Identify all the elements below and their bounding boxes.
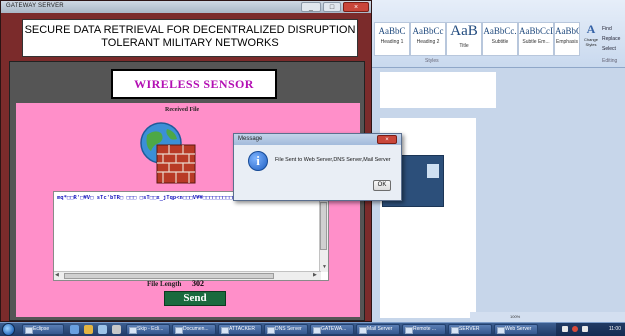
taskbar-item-skip[interactable]: Skip - Ecli... [126,324,170,335]
word-window: AaBbC Heading 1 AaBbCc Heading 2 AaB Tit… [370,0,625,322]
style-sample: AaBbCcDt [555,26,579,36]
style-sample: AaBbC [378,26,406,36]
horizontal-scroll-thumb[interactable] [64,273,274,279]
style-sample: AaBbCc. [483,26,517,36]
dialog-titlebar[interactable]: Message × [234,134,401,145]
taskbar: Eclipse Skip - Ecli... Documen... ATTACK… [0,322,625,336]
style-heading-1[interactable]: AaBbC Heading 1 [374,22,410,56]
change-styles-label: Change Styles [583,37,598,47]
banner-line-2: TOLERANT MILITARY NETWORKS [101,37,279,49]
folder-icon[interactable] [84,325,93,334]
clock[interactable]: 11:00 [609,326,621,332]
taskbar-item-dns-server[interactable]: DNS Server [264,324,308,335]
security-icon[interactable] [572,326,578,332]
section-title: WIRELESS SENSOR [111,69,277,99]
style-name: Title [459,43,469,49]
dialog-message: File Sent to Web Server,DNS Server,Mail … [275,157,391,163]
info-icon: i [248,151,268,171]
scroll-left-icon[interactable]: ◀ [55,272,59,279]
find-button[interactable]: Find [602,26,612,32]
received-file-textarea[interactable]: mq*□□R'□¥V□ sTc'bTR□ □□□ □sT□□x_jTqp<n□□… [53,191,329,281]
scroll-right-icon[interactable]: ▶ [313,272,317,279]
network-icon[interactable] [562,326,568,332]
close-button[interactable]: × [343,2,369,12]
style-name: Subtle Em... [522,39,550,45]
style-title[interactable]: AaB Title [446,22,482,56]
message-dialog: Message × i File Sent to Web Server,DNS … [233,133,402,201]
ie-icon[interactable] [70,325,79,334]
taskbar-item-gateway[interactable]: GATEWA... [310,324,354,335]
style-heading-2[interactable]: AaBbCc Heading 2 [410,22,446,56]
banner-line-1: SECURE DATA RETRIEVAL FOR DECENTRALIZED … [24,24,356,36]
received-file-label: Received File [165,107,200,113]
dialog-title: Message [238,136,263,142]
start-button[interactable] [2,323,15,336]
minimize-button[interactable]: _ [301,2,321,12]
file-length-label: File Length [147,280,182,288]
send-button[interactable]: Send [164,291,226,306]
styles-group-label: Styles [425,58,439,64]
project-title-banner: SECURE DATA RETRIEVAL FOR DECENTRALIZED … [22,19,358,57]
zoom-level: 100% [510,314,521,319]
vertical-scroll-thumb[interactable] [320,202,327,250]
document-page[interactable] [380,72,496,108]
style-name: Heading 1 [380,39,404,45]
style-name: Heading 2 [416,39,440,45]
style-subtitle[interactable]: AaBbCc. Subtitle [482,22,518,56]
taskbar-item-mail-server[interactable]: Mail Server [356,324,400,335]
system-tray: 11:00 [556,323,625,336]
style-subtle-emphasis[interactable]: AaBbCcD Subtle Em... [518,22,554,56]
vertical-scrollbar[interactable]: ▲ ▼ [319,192,328,272]
window-title: GATEWAY SERVER [6,3,64,9]
taskbar-item-attacker[interactable]: ATTACKER [218,324,262,335]
style-name: Emphasis [556,39,578,45]
taskbar-item-web-server[interactable]: Web Server [494,324,538,335]
taskbar-item-eclipse[interactable]: Eclipse [22,324,64,335]
style-sample: AaB [450,23,478,39]
scroll-down-icon[interactable]: ▼ [322,264,327,271]
style-sample: AaBbCcD [519,26,553,36]
editing-group-label: Editing [602,58,618,64]
taskbar-item-remote[interactable]: Remote ... [402,324,446,335]
taskbar-item-server[interactable]: SERVER [448,324,492,335]
replace-button[interactable]: Replace [602,36,620,42]
horizontal-scrollbar[interactable]: ◀ ▶ [54,271,321,280]
window-titlebar[interactable]: GATEWAY SERVER _ □ × [1,1,371,13]
ok-button[interactable]: OK [373,180,391,191]
app-icon[interactable] [112,325,121,334]
file-length-value: 302 [192,279,204,288]
word-status-bar: 100% [470,312,625,322]
select-button[interactable]: Select [602,46,616,52]
maximize-button[interactable]: □ [323,2,341,12]
volume-icon[interactable] [582,326,588,332]
change-styles-icon: A [586,22,596,36]
word-ribbon: AaBbC Heading 1 AaBbCc Heading 2 AaB Tit… [370,0,625,68]
taskbar-item-document[interactable]: Documen... [172,324,216,335]
style-sample: AaBbCc [412,26,444,36]
media-icon[interactable] [98,325,107,334]
style-emphasis[interactable]: AaBbCcDt Emphasis [554,22,580,56]
change-styles-button[interactable]: A Change Styles [582,22,600,56]
dialog-close-button[interactable]: × [377,135,397,144]
firewall-globe-icon [140,122,196,184]
style-name: Subtitle [491,39,509,45]
